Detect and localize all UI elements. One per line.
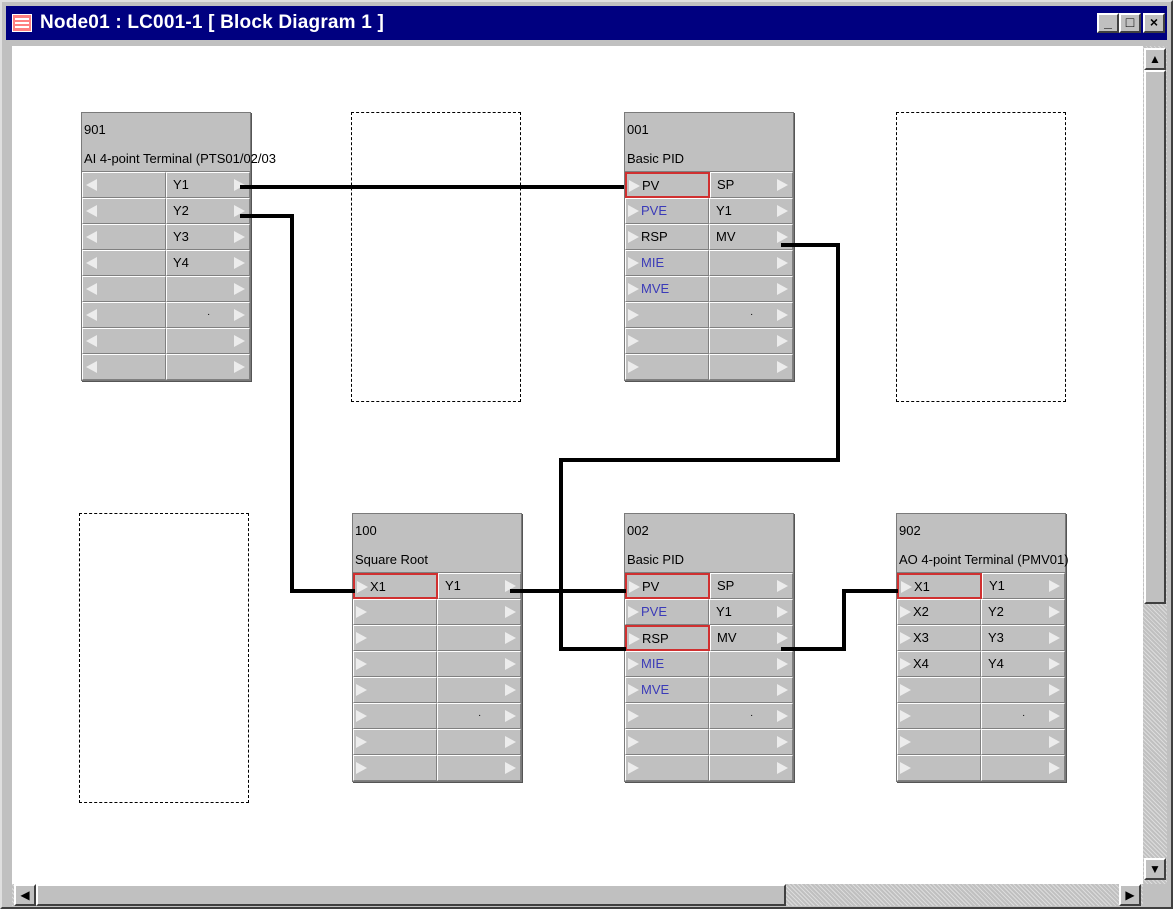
- window-title: Node01 : LC001-1 [ Block Diagram 1 ]: [40, 12, 385, 33]
- title-bar[interactable]: Node01 : LC001-1 [ Block Diagram 1 ] _ □…: [6, 6, 1167, 40]
- scroll-right-button[interactable]: ▶: [1119, 884, 1141, 906]
- scroll-left-button[interactable]: ◀: [14, 884, 36, 906]
- horizontal-scrollbar[interactable]: ◀ ▶: [12, 884, 1143, 906]
- window-menu-icon[interactable]: [12, 14, 32, 32]
- vertical-scroll-thumb[interactable]: [1144, 70, 1166, 604]
- wire-001MV-to-002RSP: [559, 243, 840, 651]
- scroll-down-button[interactable]: ▼: [1144, 858, 1166, 880]
- connection-wires: [240, 185, 898, 651]
- horizontal-scroll-thumb[interactable]: [36, 884, 786, 906]
- block-diagram-window: Node01 : LC001-1 [ Block Diagram 1 ] _ □…: [0, 0, 1173, 909]
- minimize-button[interactable]: _: [1097, 13, 1119, 33]
- vertical-scrollbar[interactable]: ▲ ▼: [1143, 46, 1167, 884]
- size-grip[interactable]: [1143, 884, 1167, 906]
- diagram-canvas[interactable]: 901 AI 4-point Terminal (PTS01/02/03 Y1 Y2 Y…: [12, 46, 1143, 884]
- scroll-up-button[interactable]: ▲: [1144, 48, 1166, 70]
- close-button[interactable]: ×: [1143, 13, 1165, 33]
- wire-901Y2-to-100X1: [240, 214, 355, 593]
- maximize-button[interactable]: □: [1119, 13, 1141, 33]
- wire-002MV-to-902X1: [781, 589, 898, 651]
